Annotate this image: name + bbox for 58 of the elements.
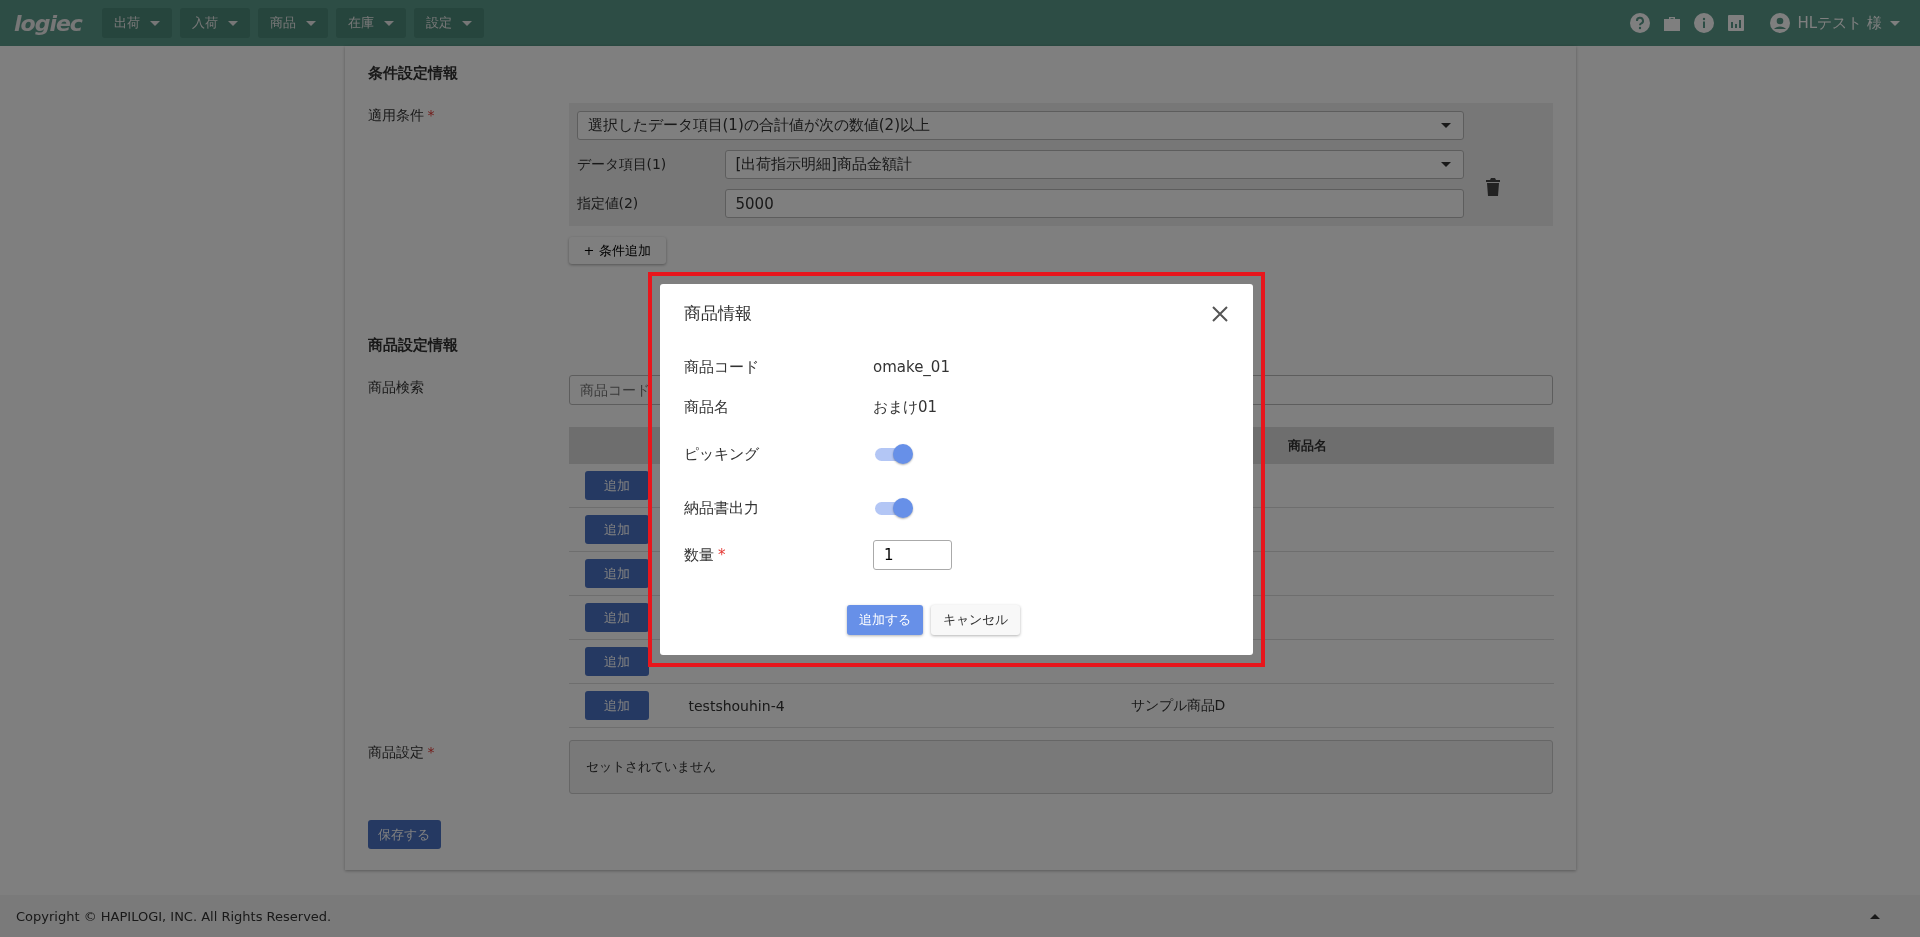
section-title: 条件設定情報 xyxy=(367,64,459,83)
section-title: 商品設定情報 xyxy=(367,336,459,355)
add-button[interactable]: 追加 xyxy=(584,471,649,500)
add-button[interactable]: 追加 xyxy=(584,691,649,720)
field-label: 商品名 xyxy=(684,397,730,417)
field-label: 商品設定 * xyxy=(367,743,436,762)
quantity-field[interactable]: 1 xyxy=(873,540,952,570)
caret-icon xyxy=(305,20,316,26)
table-cell-text: サンプル商品D xyxy=(1130,696,1227,715)
field-value: おまけ01 xyxy=(873,397,938,417)
add-button[interactable]: 追加 xyxy=(584,559,649,588)
field-value: omake_01 xyxy=(873,358,950,376)
menu-button[interactable]: 入荷 xyxy=(179,8,250,38)
copyright-text: Copyright © HAPILOGI, INC. All Rights Reserved. xyxy=(16,908,332,924)
data-item-dropdown[interactable]: [出荷指示明細]商品金額計 xyxy=(724,150,1464,179)
cancel-button[interactable]: キャンセル xyxy=(931,605,1020,635)
dialog-title: 商品情報 xyxy=(684,302,752,325)
add-button[interactable]: 追加 xyxy=(584,603,649,632)
caret-icon xyxy=(383,20,394,26)
caret-icon xyxy=(1440,123,1451,128)
add-button[interactable]: 追加 xyxy=(584,647,649,676)
add-button[interactable]: 追加 xyxy=(584,515,649,544)
toggle-switch[interactable] xyxy=(873,443,913,465)
scroll-top-icon[interactable] xyxy=(1870,913,1880,919)
menu-button[interactable]: 在庫 xyxy=(335,8,406,38)
add-condition-button[interactable]: + 条件追加 xyxy=(568,237,666,264)
info-icon[interactable] xyxy=(1693,13,1714,33)
column-header: 商品名 xyxy=(1286,436,1328,455)
field-label: ピッキング xyxy=(684,444,760,464)
field-label: 数量 * xyxy=(684,545,727,565)
bar-chart-icon[interactable] xyxy=(1725,13,1746,33)
field-label: 納品書出力 xyxy=(684,498,760,518)
help-icon[interactable] xyxy=(1629,13,1650,33)
user-menu[interactable]: HLテスト 様 xyxy=(1759,12,1906,34)
value-field[interactable]: 5000 xyxy=(724,189,1464,218)
caret-icon xyxy=(1440,162,1451,167)
account-icon xyxy=(1769,13,1790,33)
field-label: データ項目(1) xyxy=(576,155,668,174)
table-cell-text: testshouhin-4 xyxy=(688,697,786,714)
field-label: 適用条件 * xyxy=(367,106,436,125)
menu-button[interactable]: 設定 xyxy=(413,8,484,38)
close-icon[interactable] xyxy=(1211,304,1229,323)
caret-icon xyxy=(227,20,238,26)
logo[interactable]: logiec xyxy=(14,10,82,36)
field-label: 商品コード xyxy=(684,357,760,377)
save-button[interactable]: 保存する xyxy=(367,820,441,849)
menu-button[interactable]: 商品 xyxy=(257,8,328,38)
field-label: 商品検索 xyxy=(367,378,425,397)
caret-icon xyxy=(461,20,472,26)
condition-dropdown[interactable]: 選択したデータ項目(1)の合計値が次の数値(2)以上 xyxy=(576,111,1464,140)
empty-message: セットされていません xyxy=(585,758,716,776)
add-button[interactable]: 追加する xyxy=(847,605,923,635)
field-label: 指定値(2) xyxy=(576,194,640,213)
menu-button[interactable]: 出荷 xyxy=(101,8,172,38)
caret-icon xyxy=(1890,20,1900,26)
trash-icon[interactable] xyxy=(1483,177,1502,196)
caret-icon xyxy=(149,20,160,26)
toggle-switch[interactable] xyxy=(873,497,913,519)
